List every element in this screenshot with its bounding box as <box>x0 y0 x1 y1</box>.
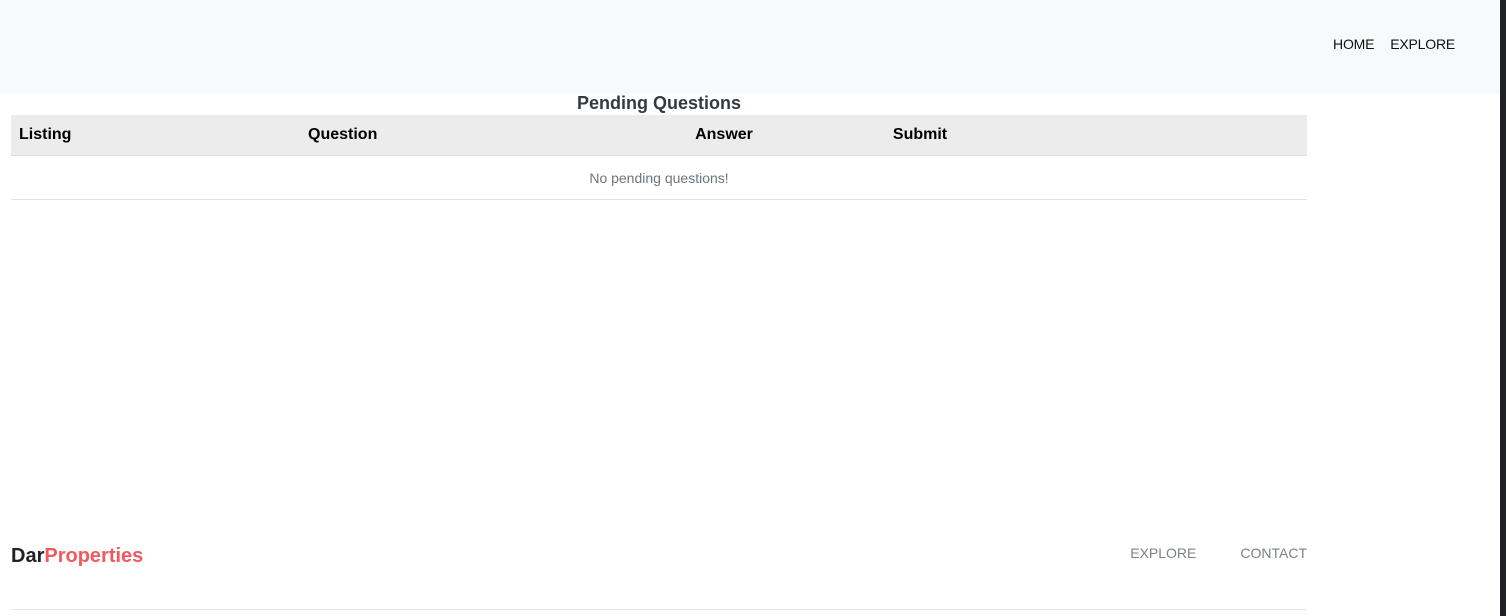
footer-logo-primary: Dar <box>11 545 45 567</box>
pending-questions-table: Listing Question Answer Submit No pendin… <box>11 115 1307 200</box>
page-title: Pending Questions <box>576 93 741 113</box>
column-header-listing: Listing <box>11 115 300 156</box>
column-header-answer: Answer <box>600 115 848 156</box>
nav-home-link[interactable]: HOME <box>1333 36 1374 52</box>
nav-explore-link[interactable]: EXPLORE <box>1390 36 1455 52</box>
column-header-spacer <box>992 115 1307 156</box>
top-nav: HOME EXPLORE <box>1333 36 1455 52</box>
empty-state-message: No pending questions! <box>11 155 1307 200</box>
table-row: No pending questions! <box>11 155 1307 200</box>
window-edge <box>1500 0 1506 616</box>
column-header-question: Question <box>300 115 600 156</box>
footer-contact-link[interactable]: CONTACT <box>1240 545 1307 561</box>
footer-logo[interactable]: DarProperties <box>11 545 143 568</box>
footer-logo-accent: Properties <box>44 545 144 567</box>
footer-nav: EXPLORE CONTACT <box>1130 545 1307 561</box>
column-header-submit: Submit <box>848 115 992 156</box>
top-navbar: HOME EXPLORE <box>0 0 1500 94</box>
footer-explore-link[interactable]: EXPLORE <box>1130 545 1196 561</box>
footer-divider <box>11 609 1307 610</box>
table-header-row: Listing Question Answer Submit <box>11 115 1307 156</box>
